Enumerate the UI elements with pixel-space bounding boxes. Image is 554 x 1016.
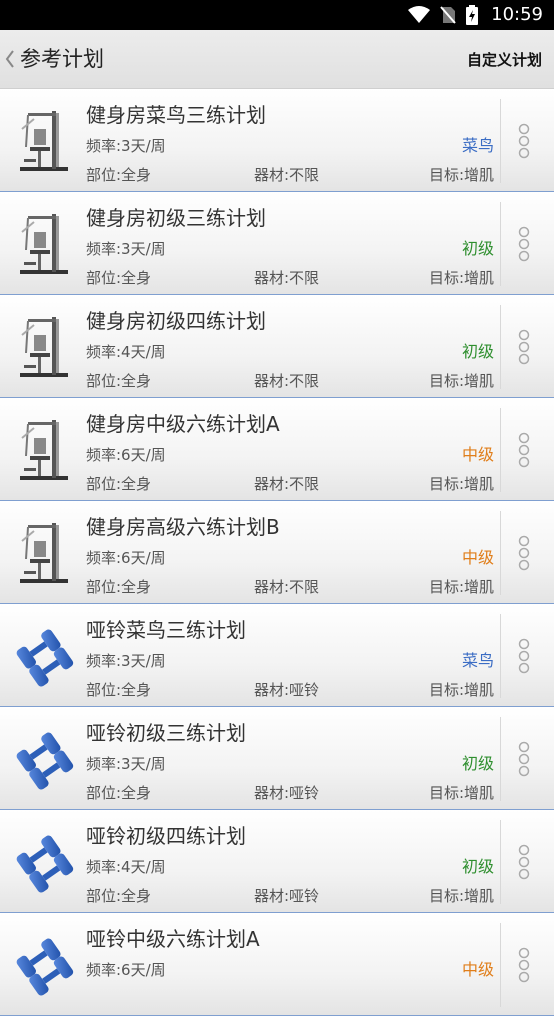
plan-frequency: 频率:6天/周 (86, 549, 166, 567)
plan-title: 健身房中级六练计划A (86, 412, 280, 436)
more-options-icon[interactable] (517, 123, 531, 159)
plan-frequency: 频率:6天/周 (86, 446, 166, 464)
plan-title: 哑铃菜鸟三练计划 (86, 618, 246, 642)
plan-list: 健身房菜鸟三练计划 频率:3天/周 菜鸟 部位:全身 器材:不限 目标:增肌 健… (0, 89, 554, 1016)
plan-list-item[interactable]: 健身房高级六练计划B 频率:6天/周 中级 部位:全身 器材:不限 目标:增肌 (0, 501, 554, 604)
item-divider (500, 820, 501, 904)
more-options-icon[interactable] (517, 535, 531, 571)
more-options-icon[interactable] (517, 432, 531, 468)
plan-frequency: 频率:4天/周 (86, 343, 166, 361)
plan-title: 哑铃初级三练计划 (86, 721, 246, 745)
more-options-icon[interactable] (517, 741, 531, 777)
dumbbell-icon (14, 931, 74, 997)
plan-body-part: 部位:全身 (86, 784, 152, 802)
plan-equipment: 器材:哑铃 (254, 887, 320, 905)
plan-equipment: 器材:不限 (254, 475, 320, 493)
plan-goal: 目标:增肌 (428, 887, 494, 905)
plan-level-badge: 中级 (461, 960, 494, 979)
app-header: 参考计划 自定义计划 (0, 30, 554, 89)
plan-title: 哑铃中级六练计划A (86, 927, 260, 951)
plan-body-part: 部位:全身 (86, 372, 152, 390)
plan-equipment: 器材:不限 (254, 578, 320, 596)
item-divider (500, 923, 501, 1007)
plan-level-badge: 初级 (461, 857, 494, 876)
plan-list-item[interactable]: 哑铃初级三练计划 频率:3天/周 初级 部位:全身 器材:哑铃 目标:增肌 (0, 707, 554, 810)
plan-equipment: 器材:不限 (254, 372, 320, 390)
plan-frequency: 频率:3天/周 (86, 755, 166, 773)
gym-machine-icon (14, 107, 74, 173)
plan-level-badge: 中级 (461, 445, 494, 464)
item-divider (500, 511, 501, 595)
item-divider (500, 408, 501, 492)
plan-level-badge: 初级 (461, 342, 494, 361)
plan-frequency: 频率:3天/周 (86, 652, 166, 670)
plan-goal: 目标:增肌 (428, 578, 494, 596)
plan-frequency: 频率:4天/周 (86, 858, 166, 876)
plan-goal: 目标:增肌 (428, 166, 494, 184)
more-options-icon[interactable] (517, 638, 531, 674)
item-divider (500, 305, 501, 389)
custom-plan-button[interactable]: 自定义计划 (467, 49, 542, 71)
plan-level-badge: 菜鸟 (461, 651, 494, 670)
plan-body-part: 部位:全身 (86, 475, 152, 493)
item-divider (500, 614, 501, 698)
item-divider (500, 717, 501, 801)
plan-frequency: 频率:6天/周 (86, 961, 166, 979)
plan-level-badge: 中级 (461, 548, 494, 567)
more-options-icon[interactable] (517, 947, 531, 983)
plan-list-item[interactable]: 健身房初级四练计划 频率:4天/周 初级 部位:全身 器材:不限 目标:增肌 (0, 295, 554, 398)
more-options-icon[interactable] (517, 329, 531, 365)
plan-title: 健身房菜鸟三练计划 (86, 103, 266, 127)
plan-equipment: 器材:哑铃 (254, 681, 320, 699)
plan-goal: 目标:增肌 (428, 475, 494, 493)
back-chevron-icon[interactable] (5, 49, 15, 69)
dumbbell-icon (14, 622, 74, 688)
plan-equipment: 器材:不限 (254, 269, 320, 287)
more-options-icon[interactable] (517, 844, 531, 880)
battery-charging-icon (466, 5, 478, 25)
plan-equipment: 器材:不限 (254, 166, 320, 184)
plan-body-part: 部位:全身 (86, 269, 152, 287)
gym-machine-icon (14, 210, 74, 276)
dumbbell-icon (14, 725, 74, 791)
plan-frequency: 频率:3天/周 (86, 240, 166, 258)
plan-title: 哑铃初级四练计划 (86, 824, 246, 848)
item-divider (500, 99, 501, 183)
plan-goal: 目标:增肌 (428, 269, 494, 287)
plan-list-item[interactable]: 哑铃初级四练计划 频率:4天/周 初级 部位:全身 器材:哑铃 目标:增肌 (0, 810, 554, 913)
dumbbell-icon (14, 828, 74, 894)
page-title: 参考计划 (20, 47, 104, 71)
plan-list-item[interactable]: 健身房初级三练计划 频率:3天/周 初级 部位:全身 器材:不限 目标:增肌 (0, 192, 554, 295)
plan-frequency: 频率:3天/周 (86, 137, 166, 155)
plan-body-part: 部位:全身 (86, 578, 152, 596)
plan-list-item[interactable]: 健身房中级六练计划A 频率:6天/周 中级 部位:全身 器材:不限 目标:增肌 (0, 398, 554, 501)
plan-list-item[interactable]: 健身房菜鸟三练计划 频率:3天/周 菜鸟 部位:全身 器材:不限 目标:增肌 (0, 89, 554, 192)
wifi-icon (408, 6, 430, 23)
no-sim-icon (440, 6, 456, 24)
plan-goal: 目标:增肌 (428, 784, 494, 802)
plan-title: 健身房高级六练计划B (86, 515, 280, 539)
plan-goal: 目标:增肌 (428, 681, 494, 699)
item-divider (500, 202, 501, 286)
gym-machine-icon (14, 519, 74, 585)
plan-equipment: 器材:哑铃 (254, 784, 320, 802)
status-time: 10:59 (491, 4, 543, 25)
plan-list-item[interactable]: 哑铃中级六练计划A 频率:6天/周 中级 (0, 913, 554, 1016)
gym-machine-icon (14, 416, 74, 482)
more-options-icon[interactable] (517, 226, 531, 262)
plan-level-badge: 菜鸟 (461, 136, 494, 155)
gym-machine-icon (14, 313, 74, 379)
plan-level-badge: 初级 (461, 754, 494, 773)
status-bar: 10:59 (0, 0, 554, 30)
plan-title: 健身房初级三练计划 (86, 206, 266, 230)
plan-body-part: 部位:全身 (86, 681, 152, 699)
plan-body-part: 部位:全身 (86, 887, 152, 905)
plan-title: 健身房初级四练计划 (86, 309, 266, 333)
plan-level-badge: 初级 (461, 239, 494, 258)
plan-goal: 目标:增肌 (428, 372, 494, 390)
plan-list-item[interactable]: 哑铃菜鸟三练计划 频率:3天/周 菜鸟 部位:全身 器材:哑铃 目标:增肌 (0, 604, 554, 707)
plan-body-part: 部位:全身 (86, 166, 152, 184)
